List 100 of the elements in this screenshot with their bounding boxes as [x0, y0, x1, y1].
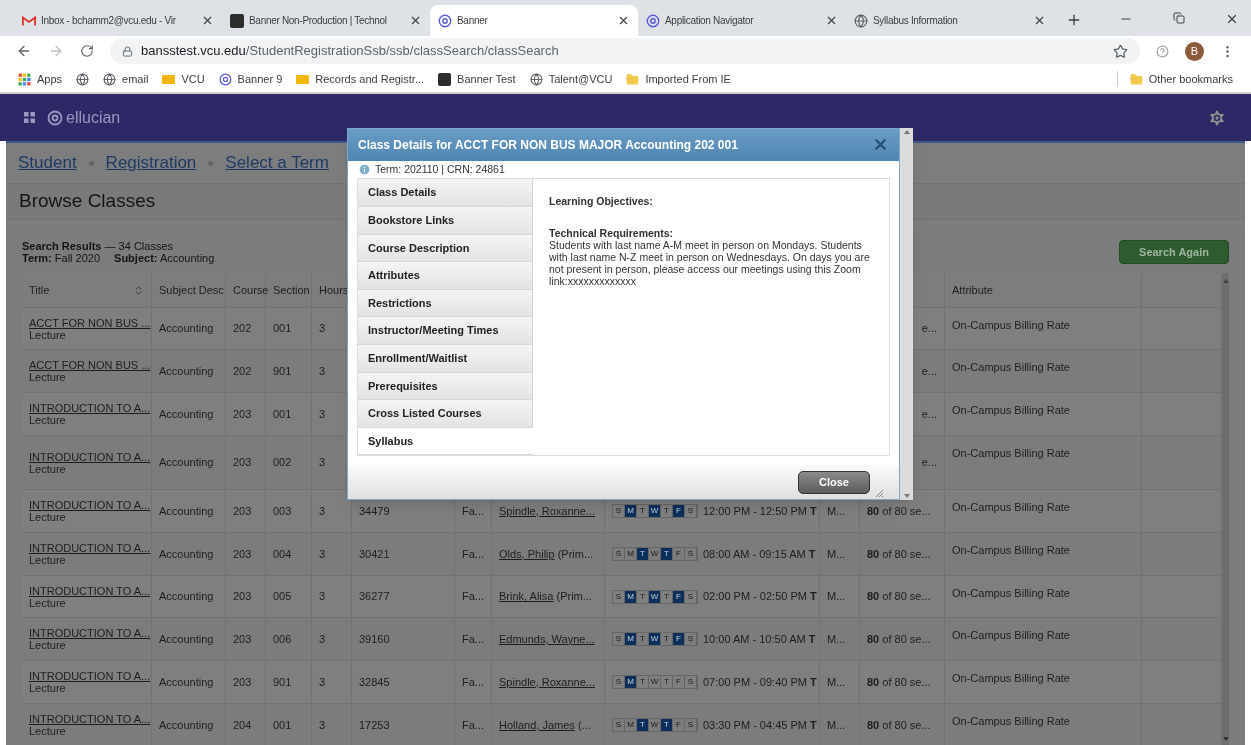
bookmark-item[interactable]: Other bookmarks [1116, 70, 1233, 88]
extension-icon[interactable] [1156, 44, 1169, 58]
close-icon[interactable] [201, 14, 214, 27]
column-header[interactable]: Hours [319, 281, 349, 299]
column-header[interactable]: Section [273, 281, 310, 299]
hours-text: 3 [319, 321, 326, 337]
section-text: 006 [273, 631, 292, 647]
course-title-link[interactable]: INTRODUCTION TO A... [29, 402, 151, 414]
settings-icon[interactable] [1207, 107, 1227, 128]
detail-tab[interactable]: Bookstore Links [358, 207, 533, 235]
app-logo-icon [230, 13, 244, 28]
instructor-link[interactable]: Olds, Philip [499, 545, 555, 563]
attribute-text: On-Campus Billing Rate [952, 500, 1070, 515]
reload-icon[interactable] [80, 44, 94, 58]
breadcrumb-link[interactable]: Select a Term [225, 150, 329, 176]
globe-icon [103, 72, 117, 86]
browser-tab[interactable]: Banner Non-Production | Technol [222, 5, 430, 36]
bookmark-item[interactable]: VCU [162, 70, 205, 88]
crn-text: 30421 [359, 546, 390, 562]
breadcrumb-link[interactable]: Student [18, 150, 77, 176]
campus-text: M... [827, 503, 846, 519]
instructor-link[interactable]: Brink, Alisa [499, 588, 554, 605]
close-icon[interactable] [617, 14, 630, 27]
breadcrumb-link[interactable]: Registration [105, 150, 197, 176]
close-icon[interactable] [1225, 12, 1239, 26]
section-text: 001 [273, 406, 292, 422]
course-number-text: 203 [233, 455, 252, 471]
bookmark-item[interactable]: Banner 9 [218, 70, 283, 88]
detail-tab[interactable]: Class Details [358, 179, 533, 207]
bookmark-item[interactable]: Records and Registr... [296, 70, 425, 88]
attribute-text: On-Campus Billing Rate [952, 586, 1070, 601]
detail-tab[interactable]: Enrollment/Waitlist [358, 345, 533, 373]
dialog-scrollbar[interactable] [900, 128, 913, 500]
course-title-link[interactable]: INTRODUCTION TO A... [29, 542, 151, 554]
close-icon[interactable] [825, 14, 838, 27]
bookmark-item[interactable]: Apps [18, 70, 63, 88]
bookmark-item[interactable]: Banner Test [438, 70, 516, 88]
detail-tab[interactable]: Course Description [358, 234, 533, 263]
detail-tab[interactable]: Attributes [358, 262, 533, 290]
column-header[interactable]: Subject Desc [159, 281, 224, 299]
tab-title: Syllabus Information [873, 14, 959, 28]
attribute-text: On-Campus Billing Rate [952, 671, 1070, 686]
course-title-link[interactable]: INTRODUCTION TO A... [29, 584, 151, 597]
browser-tab[interactable]: Banner [430, 5, 638, 36]
hours-text: 3 [319, 631, 326, 647]
close-button[interactable]: Close [798, 470, 870, 494]
section-text: 901 [273, 674, 292, 690]
instructor-link[interactable]: Holland, James [499, 716, 575, 734]
brand-logo[interactable]: ellucian [47, 105, 121, 130]
course-title-link[interactable]: INTRODUCTION TO A... [29, 499, 151, 511]
detail-tab[interactable]: Cross Listed Courses [358, 400, 533, 428]
search-again-button[interactable]: Search Again [1119, 240, 1229, 264]
section-text: 001 [273, 321, 292, 337]
instructor-link[interactable]: Edmunds, Wayne... [499, 630, 595, 648]
day-indicator: T [637, 548, 649, 560]
hours-text: 3 [319, 503, 326, 519]
resize-grip-icon[interactable] [874, 488, 884, 499]
course-title-link[interactable]: ACCT FOR NON BUS ... [29, 359, 151, 371]
star-icon[interactable] [1113, 43, 1128, 59]
back-icon[interactable] [16, 43, 32, 59]
close-icon[interactable] [1033, 14, 1046, 27]
schedule-type-text: Lecture [29, 596, 66, 609]
apps-grid-icon[interactable] [24, 112, 35, 123]
detail-tab[interactable]: Instructor/Meeting Times [358, 317, 533, 345]
browser-tab[interactable]: Application Navigator [638, 5, 846, 36]
section-text: Students with last name A-M meet in person on Mondays. Students with last name N-Z meet in person on Wednesdays. On days you are not present in person, please access our meetings using this Zoom link:xxxxxxxxxxxxx [549, 239, 871, 288]
instructor-link[interactable]: Spindle, Roxanne... [499, 502, 595, 520]
results-summary: Search Results — 34 Classes [22, 240, 174, 252]
bookmark-item[interactable]: email [103, 70, 149, 88]
globe-icon [76, 72, 90, 86]
course-title-link[interactable]: INTRODUCTION TO A... [29, 450, 151, 463]
day-indicator: F [673, 548, 685, 560]
detail-tab[interactable]: Restrictions [358, 289, 533, 318]
bookmark-item[interactable]: Imported From IE [626, 70, 731, 88]
section-text: 005 [273, 589, 292, 605]
hours-text: 3 [319, 455, 326, 471]
term-text: Fa... [462, 589, 484, 605]
instructor-link[interactable]: Spindle, Roxanne... [499, 673, 595, 691]
course-number-text: 203 [233, 503, 252, 519]
browser-tab[interactable]: Syllabus Information [846, 5, 1054, 36]
course-title-link[interactable]: INTRODUCTION TO A... [29, 627, 151, 639]
browser-tab[interactable]: Inbox - bchamm2@vcu.edu - Vir [14, 5, 222, 36]
bookmark-item[interactable]: Talent@VCU [529, 70, 613, 88]
logo-icon [162, 74, 176, 84]
table-scrollbar[interactable] [1222, 273, 1229, 745]
column-header[interactable]: Title [29, 281, 50, 299]
close-icon[interactable] [409, 14, 422, 27]
restore-icon[interactable] [1173, 12, 1185, 24]
course-title-link[interactable]: INTRODUCTION TO A... [29, 670, 151, 682]
new-tab-icon[interactable] [1066, 12, 1082, 28]
profile-avatar[interactable]: B [1185, 41, 1204, 61]
bookmark-item[interactable] [76, 72, 90, 86]
course-title-link[interactable]: INTRODUCTION TO A... [29, 713, 151, 725]
column-header[interactable]: Course [233, 281, 269, 299]
column-header[interactable]: Attribute [952, 281, 993, 299]
day-indicator: T [637, 719, 649, 731]
course-title-link[interactable]: ACCT FOR NON BUS ... [29, 316, 151, 329]
detail-tab[interactable]: Prerequisites [358, 372, 533, 401]
subject-text: Accounting [159, 674, 214, 690]
address-bar[interactable]: bansstest.vcu.edu/StudentRegistrationSsb/ssb/classSearch/classSearch [110, 38, 1140, 64]
